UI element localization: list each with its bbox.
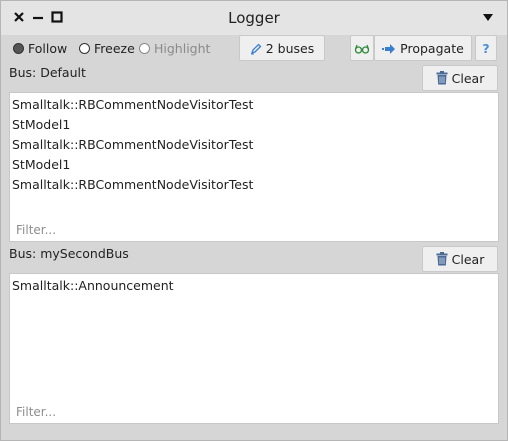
toolbar: Follow Freeze Highlight 2 buses Propagat… xyxy=(1,35,507,63)
inspect-button[interactable] xyxy=(350,35,374,61)
arrow-right-icon xyxy=(382,44,396,54)
help-button[interactable]: ? xyxy=(475,35,497,61)
follow-radio[interactable]: Follow xyxy=(13,41,67,57)
log-entry[interactable]: StModel1 xyxy=(12,115,496,135)
freeze-radio[interactable]: Freeze xyxy=(79,41,135,57)
log-entry[interactable]: Smalltalk::RBCommentNodeVisitorTest xyxy=(12,175,496,195)
bus-default-entries: Smalltalk::RBCommentNodeVisitorTest StMo… xyxy=(12,95,496,195)
bus-second-header: Bus: mySecondBus Clear xyxy=(1,244,507,274)
window-title: Logger xyxy=(228,9,280,27)
bus-second-log-panel[interactable]: Smalltalk::Announcement xyxy=(9,273,499,424)
bus-default-filter-input[interactable] xyxy=(16,221,486,239)
freeze-label: Freeze xyxy=(94,41,135,56)
buses-button[interactable]: 2 buses xyxy=(239,35,325,61)
highlight-radio[interactable]: Highlight xyxy=(139,41,210,57)
radio-indicator xyxy=(79,43,90,54)
bus-default-log-panel[interactable]: Smalltalk::RBCommentNodeVisitorTest StMo… xyxy=(9,92,499,242)
highlight-label: Highlight xyxy=(154,41,211,56)
buses-button-label: 2 buses xyxy=(265,41,315,56)
trash-icon xyxy=(436,252,448,266)
title-bar[interactable]: Logger xyxy=(1,1,507,35)
trash-icon xyxy=(436,71,448,85)
bus-second-entries: Smalltalk::Announcement xyxy=(12,276,496,296)
pencil-icon xyxy=(250,43,262,55)
radio-indicator xyxy=(139,43,150,54)
log-entry[interactable]: Smalltalk::Announcement xyxy=(12,276,496,296)
clear-default-label: Clear xyxy=(451,71,485,86)
clear-default-button[interactable]: Clear xyxy=(422,65,498,91)
bus-default-header: Bus: Default Clear xyxy=(1,63,507,93)
window-menu-icon[interactable] xyxy=(483,14,493,22)
clear-second-button[interactable]: Clear xyxy=(422,246,498,272)
follow-label: Follow xyxy=(28,41,68,56)
bus-default-label: Bus: Default xyxy=(9,65,86,80)
clear-second-label: Clear xyxy=(451,252,485,267)
logger-window: Logger Follow Freeze Highlight 2 buses P… xyxy=(0,0,508,441)
bus-second-filter-input[interactable] xyxy=(16,403,486,421)
glasses-icon xyxy=(354,44,370,54)
propagate-button-label: Propagate xyxy=(400,41,464,56)
log-entry[interactable]: Smalltalk::RBCommentNodeVisitorTest xyxy=(12,135,496,155)
log-entry[interactable]: StModel1 xyxy=(12,155,496,175)
propagate-button[interactable]: Propagate xyxy=(374,35,472,61)
radio-selected-indicator xyxy=(13,43,24,54)
bus-second-label: Bus: mySecondBus xyxy=(9,246,129,261)
log-entry[interactable]: Smalltalk::RBCommentNodeVisitorTest xyxy=(12,95,496,115)
